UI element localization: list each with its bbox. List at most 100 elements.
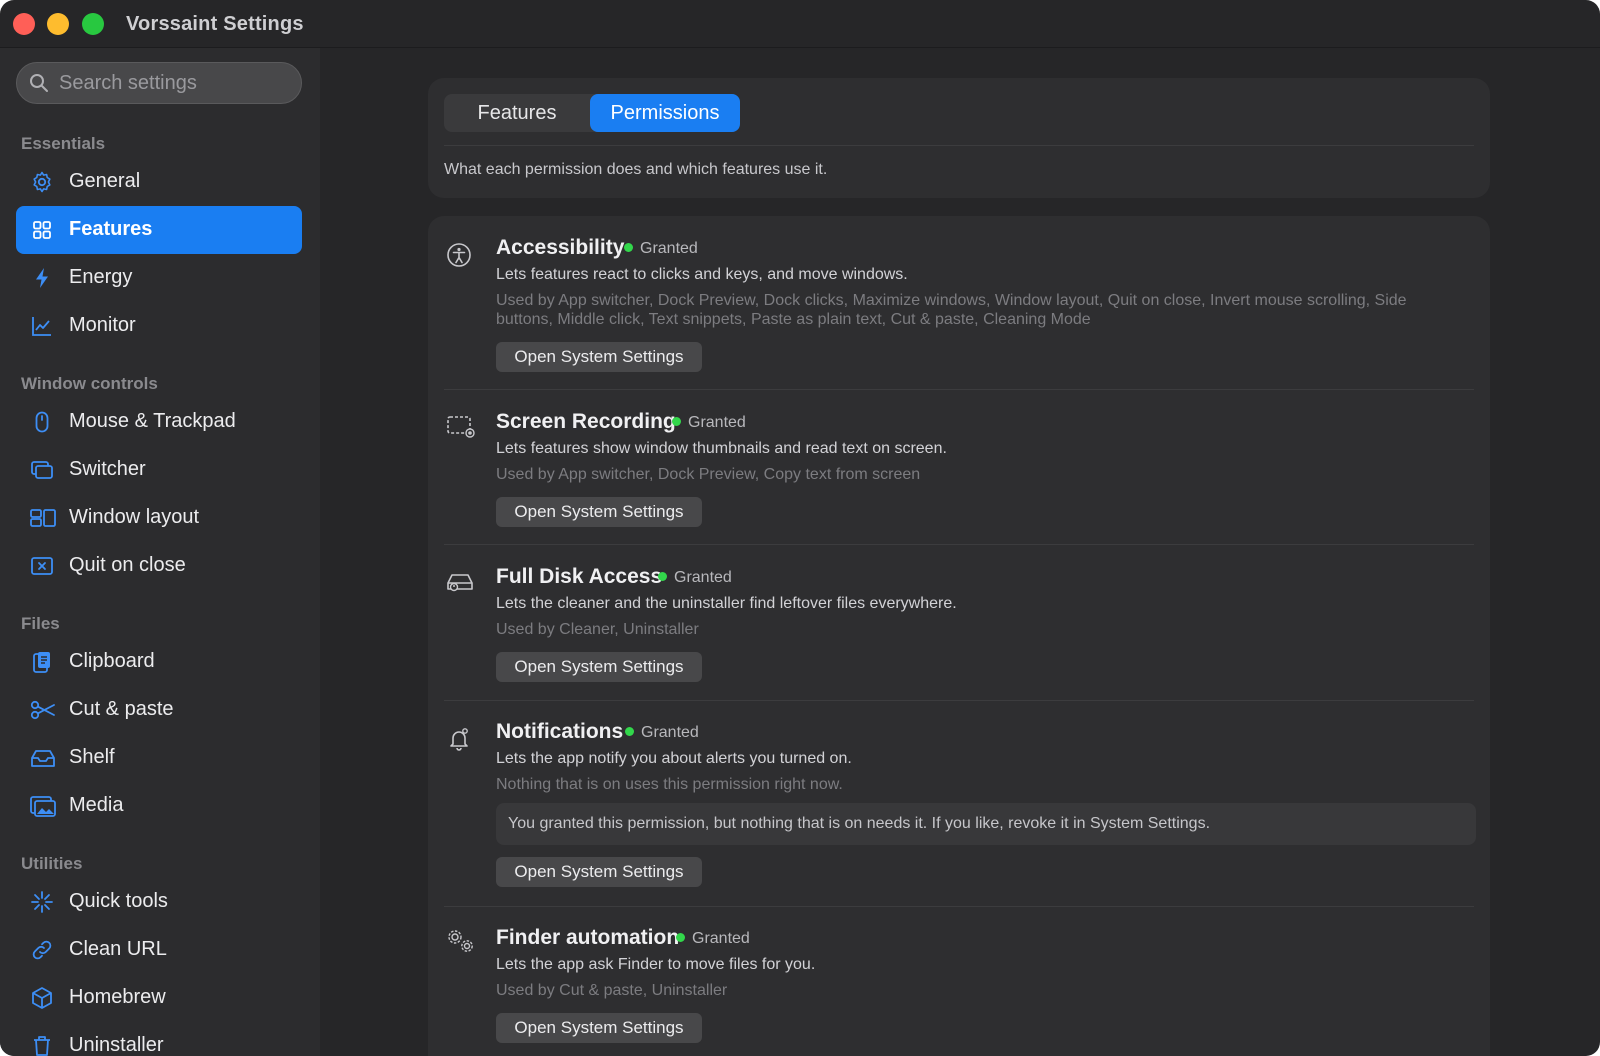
sidebar-item-label: Media — [69, 794, 124, 816]
sidebar-item-features[interactable]: Features — [16, 206, 302, 254]
sidebar-item-homebrew[interactable]: Homebrew — [16, 974, 302, 1022]
permission-title: Full Disk Access — [496, 565, 663, 588]
permission-description: Lets features show window thumbnails and… — [496, 440, 947, 457]
sidebar-item-label: Cut & paste — [69, 698, 174, 720]
permission-description: Lets the cleaner and the uninstaller fin… — [496, 595, 957, 612]
divider — [444, 544, 1474, 545]
divider — [444, 145, 1474, 146]
sidebar-item-switcher[interactable]: Switcher — [16, 446, 302, 494]
status-text: Granted — [640, 240, 698, 257]
bolt-icon — [30, 266, 54, 290]
sidebar-item-label: Homebrew — [69, 986, 166, 1008]
gear-icon — [30, 170, 54, 194]
bell-icon — [446, 726, 474, 754]
open-system-settings-button[interactable]: Open System Settings — [496, 342, 702, 372]
tab-features[interactable]: Features — [444, 94, 590, 132]
package-icon — [30, 986, 54, 1010]
search-placeholder: Search settings — [59, 72, 197, 94]
open-system-settings-button[interactable]: Open System Settings — [496, 1013, 702, 1043]
intro-text: What each permission does and which feat… — [444, 161, 828, 178]
sidebar-item-uninstaller[interactable]: Uninstaller — [16, 1022, 302, 1056]
close-box-icon — [30, 554, 54, 578]
sidebar-item-label: Clean URL — [69, 938, 167, 960]
permission-description: Lets features react to clicks and keys, … — [496, 266, 908, 283]
sidebar-item-general[interactable]: General — [16, 158, 302, 206]
permission-title: Finder automation — [496, 926, 680, 949]
status-badge: Granted — [672, 414, 746, 432]
granted-dot — [624, 243, 633, 252]
zoom-window-button[interactable] — [82, 13, 104, 35]
sidebar-item-quick-tools[interactable]: Quick tools — [16, 878, 302, 926]
section-files: Files — [21, 614, 60, 633]
sidebar-item-energy[interactable]: Energy — [16, 254, 302, 302]
sidebar-item-label: Quick tools — [69, 890, 168, 912]
gears-icon — [446, 928, 474, 956]
open-system-settings-button[interactable]: Open System Settings — [496, 497, 702, 527]
sidebar-item-quit-on-close[interactable]: Quit on close — [16, 542, 302, 590]
divider — [444, 906, 1474, 907]
permission-title: Screen Recording — [496, 410, 676, 433]
chart-icon — [30, 314, 54, 338]
sidebar-item-label: Shelf — [69, 746, 115, 768]
sidebar-item-monitor[interactable]: Monitor — [16, 302, 302, 350]
sparkle-icon — [30, 890, 54, 914]
clipboard-icon — [30, 650, 54, 674]
open-system-settings-button[interactable]: Open System Settings — [496, 857, 702, 887]
tray-icon — [30, 746, 55, 770]
sidebar-item-window-layout[interactable]: Window layout — [16, 494, 302, 542]
sidebar-item-label: Window layout — [69, 506, 200, 528]
section-window-controls: Window controls — [21, 374, 158, 393]
section-essentials: Essentials — [21, 134, 106, 153]
sidebar-item-label: Uninstaller — [69, 1034, 164, 1056]
sidebar-item-media[interactable]: Media — [16, 782, 302, 830]
permission-used-by: Nothing that is on uses this permission … — [496, 776, 843, 793]
granted-dot — [658, 572, 667, 581]
tabs-card: Features Permissions What each permissio… — [428, 78, 1490, 198]
sidebar-item-label: General — [69, 170, 141, 192]
disk-icon — [446, 569, 474, 597]
sidebar-item-label: Clipboard — [69, 650, 155, 672]
status-badge: Granted — [658, 569, 732, 587]
open-system-settings-button[interactable]: Open System Settings — [496, 652, 702, 682]
status-text: Granted — [641, 724, 699, 741]
sidebar-item-cut-paste[interactable]: Cut & paste — [16, 686, 302, 734]
sidebar-item-label: Mouse & Trackpad — [69, 410, 236, 432]
status-badge: Granted — [625, 724, 699, 742]
title-bar: Vorssaint Settings — [0, 0, 1600, 48]
granted-dot — [672, 417, 681, 426]
search-icon — [29, 73, 49, 93]
sidebar-item-shelf[interactable]: Shelf — [16, 734, 302, 782]
permission-description: Lets the app ask Finder to move files fo… — [496, 956, 816, 973]
windows-icon — [30, 458, 54, 482]
sidebar-item-label: Switcher — [69, 458, 146, 480]
tab-permissions[interactable]: Permissions — [590, 94, 740, 132]
permission-used-by: Used by Cut & paste, Uninstaller — [496, 982, 728, 999]
permission-description: Lets the app notify you about alerts you… — [496, 750, 852, 767]
section-utilities: Utilities — [21, 854, 83, 873]
status-badge: Granted — [624, 240, 698, 258]
screen-recording-icon — [446, 414, 475, 442]
sidebar-item-label: Monitor — [69, 314, 136, 336]
sidebar-item-mouse-trackpad[interactable]: Mouse & Trackpad — [16, 398, 302, 446]
settings-window: Vorssaint Settings Search settings Essen… — [0, 0, 1600, 1056]
sidebar-item-label: Quit on close — [69, 554, 186, 576]
sidebar-item-clean-url[interactable]: Clean URL — [16, 926, 302, 974]
photo-icon — [30, 794, 56, 818]
search-input[interactable]: Search settings — [16, 62, 302, 104]
sidebar-item-label: Features — [69, 218, 153, 240]
status-text: Granted — [692, 930, 750, 947]
main-content: Features Permissions What each permissio… — [320, 48, 1600, 1056]
info-note: You granted this permission, but nothing… — [496, 803, 1476, 845]
divider — [444, 389, 1474, 390]
status-text: Granted — [674, 569, 732, 586]
close-window-button[interactable] — [13, 13, 35, 35]
granted-dot — [676, 933, 685, 942]
permission-title: Notifications — [496, 720, 624, 743]
trash-icon — [30, 1034, 54, 1056]
grid-icon — [30, 218, 54, 242]
divider — [444, 700, 1474, 701]
scissors-icon — [30, 698, 55, 722]
sidebar-item-clipboard[interactable]: Clipboard — [16, 638, 302, 686]
sidebar: Search settings Essentials General Featu… — [0, 48, 320, 1056]
minimize-window-button[interactable] — [47, 13, 69, 35]
